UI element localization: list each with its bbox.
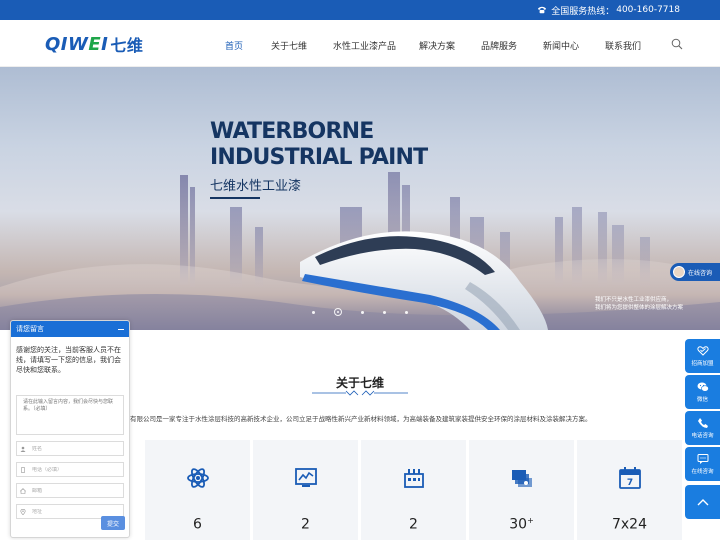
about-heading: 关于七维 [310, 374, 410, 391]
chat-bubble-icon [697, 454, 708, 464]
house-icon [20, 487, 26, 494]
message-textarea[interactable] [16, 395, 124, 435]
nav-brand-service[interactable]: 品牌服务 [481, 39, 517, 52]
about-intro: 有限公司是一家专注于水性涂层科技的高新技术企业，公司立足于战略性新兴产业新材料领… [130, 415, 592, 423]
stat-card-4: 30+ [469, 440, 574, 540]
stat-card-5: 7 7x24 [577, 440, 682, 540]
stat-value-1: 6 [193, 516, 202, 533]
nav-about[interactable]: 关于七维 [271, 39, 307, 52]
side-btn-franchise[interactable]: 招商加盟 [685, 339, 720, 373]
about-title: 关于七维 [335, 376, 384, 390]
side-btn-franchise-label: 招商加盟 [691, 361, 714, 367]
nav-contact[interactable]: 联系我们 [605, 39, 641, 52]
wechat-icon [697, 382, 709, 392]
chevron-up-icon [697, 499, 708, 506]
side-btn-wechat-label: 微信 [696, 397, 708, 403]
location-icon [20, 508, 26, 515]
slider-dot-5[interactable] [405, 310, 408, 314]
hero-title: WATERBORNE INDUSTRIAL PAINT [210, 119, 428, 170]
slider-dots [312, 308, 427, 316]
phone-icon [697, 418, 708, 428]
side-btn-phone-label: 电话咨询 [691, 433, 714, 439]
stat-value-2: 2 [301, 516, 310, 533]
minimize-icon[interactable] [118, 328, 124, 330]
stat-value-4: 30+ [509, 516, 534, 533]
chart-monitor-icon [295, 468, 317, 487]
stat-value-3: 2 [409, 516, 418, 533]
site-header: QIWEI 七维 首页 关于七维 水性工业漆产品 解决方案 品牌服务 新闻中心 … [0, 20, 720, 67]
hero-subtitle: 七维水性工业漆 [210, 179, 302, 194]
hero-caption: 我们不只是水性工业漆供应商， 我们将为您提供整体的涂层解决方案 [595, 297, 684, 311]
hero-banner[interactable]: WATERBORNE INDUSTRIAL PAINT 七维水性工业漆 我们不只… [0, 67, 720, 330]
logo-latin: QIWEI [45, 33, 109, 55]
email-input[interactable] [32, 487, 122, 494]
hotline-label: 全国服务热线： [551, 6, 615, 17]
side-btn-phone[interactable]: 电话咨询 [685, 411, 720, 445]
stat-card-3: 2 [361, 440, 466, 540]
hero-subtitle-underline [210, 197, 260, 199]
slider-dot-1[interactable] [312, 310, 315, 314]
atom-icon [187, 468, 209, 488]
phone-field[interactable] [16, 462, 124, 477]
hero-illustration [0, 172, 720, 330]
hotline-number: 400-160-7718 [616, 5, 680, 15]
phone-input[interactable] [32, 466, 122, 473]
name-input[interactable] [32, 445, 122, 452]
calendar-7-icon: 7 [619, 467, 641, 489]
online-chat-float-button[interactable]: 在线咨询 [670, 263, 720, 281]
email-field[interactable] [16, 483, 124, 498]
stats-row: 6 2 2 30+ 7 7x24 [145, 440, 685, 540]
top-bar: 全国服务热线： 400-160-7718 [0, 0, 720, 20]
side-btn-online-chat-label: 在线咨询 [691, 469, 714, 475]
user-icon [20, 446, 26, 452]
search-icon[interactable] [671, 38, 683, 50]
telephone-icon [538, 6, 547, 14]
slider-dot-4[interactable] [383, 310, 386, 314]
nav-home[interactable]: 首页 [225, 39, 243, 52]
message-panel-header: 请您留言 [11, 321, 129, 337]
page: 全国服务热线： 400-160-7718 QIWEI 七维 首页 关于七维 水性… [0, 0, 720, 540]
side-toolbar: 招商加盟 微信 电话咨询 在线咨询 [685, 339, 720, 519]
message-panel-notice: 感谢您的关注，当前客服人员不在线，请填写一下您的信息，我们会尽快和您联系。 [16, 346, 121, 374]
address-input[interactable] [32, 508, 122, 515]
slider-dot-3[interactable] [361, 310, 364, 314]
certificate-stack-icon [512, 470, 532, 487]
factory-icon [404, 469, 424, 488]
back-to-top-button[interactable] [685, 485, 720, 519]
submit-button[interactable]: 提交 [101, 516, 125, 530]
side-btn-online-chat[interactable]: 在线咨询 [685, 447, 720, 481]
about-title-decoration [312, 390, 408, 396]
stat-value-5: 7x24 [611, 516, 647, 533]
svg-text:7: 7 [627, 478, 633, 488]
slider-dot-2[interactable] [334, 308, 342, 316]
message-panel-title: 请您留言 [16, 325, 44, 333]
logo[interactable]: QIWEI 七维 [45, 33, 144, 56]
online-chat-float-label: 在线咨询 [688, 269, 713, 277]
handshake-heart-icon [696, 346, 709, 356]
nav-solutions[interactable]: 解决方案 [419, 39, 455, 52]
stat-card-2: 2 [253, 440, 358, 540]
side-btn-wechat[interactable]: 微信 [685, 375, 720, 409]
nav-news[interactable]: 新闻中心 [543, 39, 579, 52]
message-panel: 请您留言 感谢您的关注，当前客服人员不在线，请填写一下您的信息，我们会尽快和您联… [10, 320, 130, 538]
name-field[interactable] [16, 441, 124, 456]
stat-card-1: 6 [145, 440, 250, 540]
phone-icon [21, 466, 25, 473]
nav-products[interactable]: 水性工业漆产品 [333, 39, 396, 52]
agent-avatar-icon [673, 266, 685, 278]
logo-cn: 七维 [110, 36, 144, 55]
